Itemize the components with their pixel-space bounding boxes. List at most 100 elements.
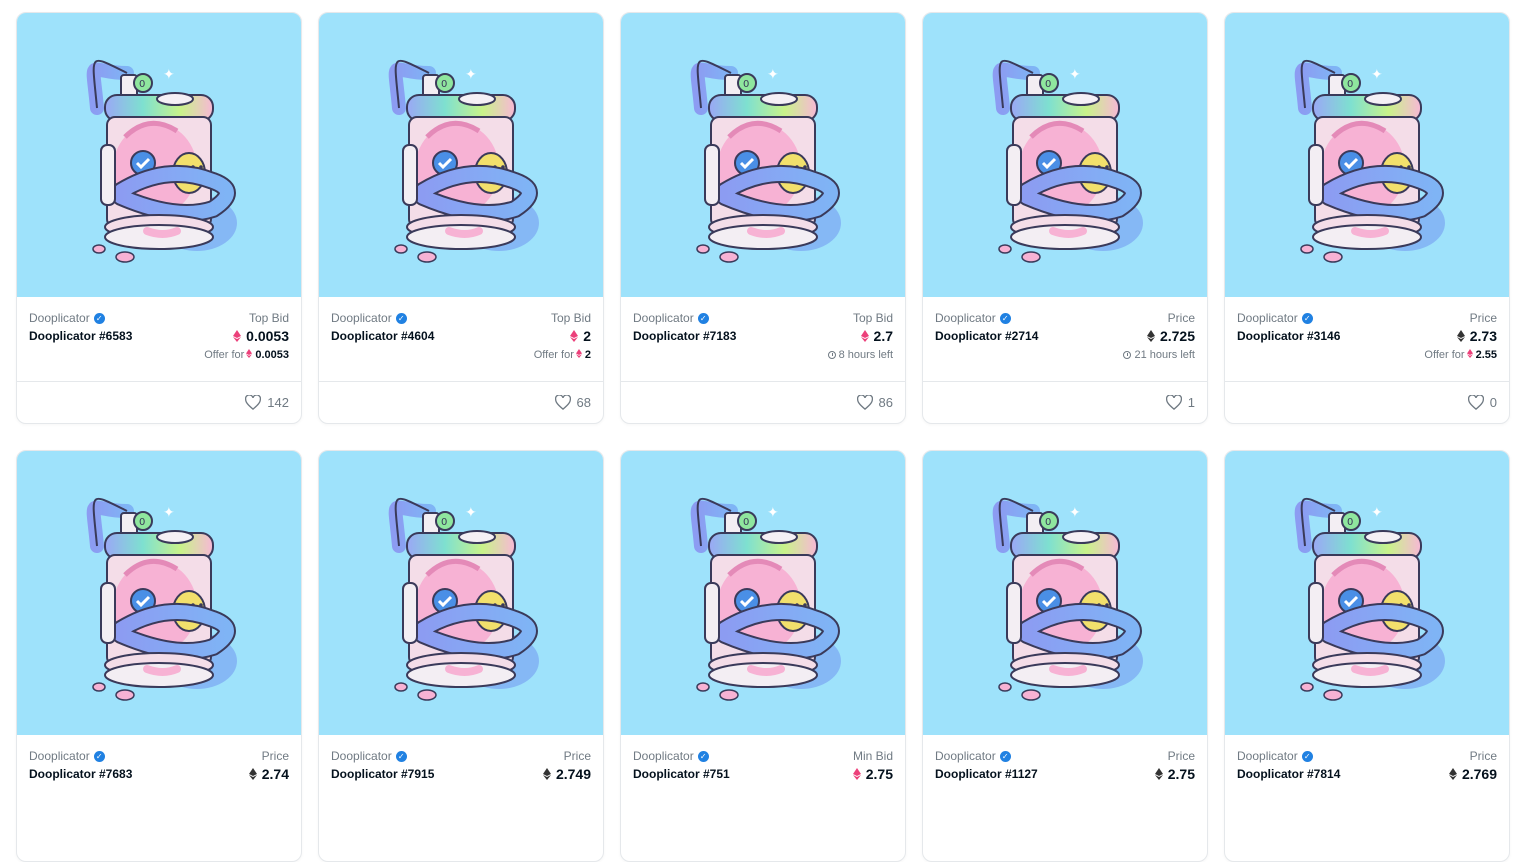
clock-icon (827, 351, 836, 359)
collection-name[interactable]: Dooplicator ✓ (1237, 311, 1313, 325)
price-label: Top Bid (248, 311, 289, 325)
verified-badge-icon: ✓ (999, 751, 1011, 762)
price-label: Top Bid (550, 311, 591, 325)
card-footer: 0 (1225, 381, 1509, 423)
price-value: 2.75 (1154, 766, 1195, 782)
collection-name[interactable]: Dooplicator ✓ (935, 311, 1011, 325)
svg-text:0: 0 (743, 517, 749, 528)
price-value: 0.0053 (233, 328, 289, 344)
svg-text:0: 0 (139, 79, 145, 90)
nft-card[interactable]: 0 ✦ Dooplicator ✓ Dooplicator #6583 Top Bid… (16, 12, 302, 424)
nft-card[interactable]: 0 ✦ Dooplicator ✓ Dooplicator #1127 Price 2.… (922, 450, 1208, 862)
eth-icon (1448, 766, 1462, 782)
token-name[interactable]: Dooplicator #1127 (935, 767, 1038, 781)
price-amount: 2 (583, 328, 591, 344)
price-amount: 2.7 (873, 328, 893, 344)
nft-image[interactable]: 0 ✦ (1225, 451, 1509, 735)
weth-icon (233, 328, 246, 344)
svg-text:✦: ✦ (1069, 505, 1081, 521)
price-amount: 0.0053 (246, 328, 289, 344)
favorite-button[interactable]: 68 (554, 395, 591, 410)
nft-card[interactable]: 0 ✦ Dooplicator ✓ Dooplicator #7183 Top Bid… (620, 12, 906, 424)
favorite-count: 86 (878, 395, 893, 410)
favorite-button[interactable]: 1 (1165, 395, 1195, 410)
token-name[interactable]: Dooplicator #7814 (1237, 767, 1340, 781)
token-name[interactable]: Dooplicator #7183 (633, 329, 736, 343)
svg-text:0: 0 (441, 79, 447, 90)
nft-image[interactable]: 0 ✦ (319, 451, 603, 735)
collection-name[interactable]: Dooplicator ✓ (633, 311, 709, 325)
price-value: 2.73 (1456, 328, 1497, 344)
nft-card[interactable]: 0 ✦ Dooplicator ✓ Dooplicator #2714 Price 2.… (922, 12, 1208, 424)
card-info: Dooplicator ✓ Dooplicator #2714 Price 2.725 2… (923, 297, 1207, 381)
weth-icon (244, 349, 255, 361)
nft-card[interactable]: 0 ✦ Dooplicator ✓ Dooplicator #751 Min Bid 2… (620, 450, 906, 862)
collection-name[interactable]: Dooplicator ✓ (331, 749, 407, 763)
collection-label: Dooplicator (331, 311, 392, 325)
svg-text:✦: ✦ (1371, 67, 1383, 83)
favorite-count: 142 (267, 395, 289, 410)
svg-text:0: 0 (1347, 79, 1353, 90)
card-info: Dooplicator ✓ Dooplicator #7683 Price 2.74 (17, 735, 301, 819)
weth-icon (1465, 349, 1476, 361)
token-name[interactable]: Dooplicator #7915 (331, 767, 434, 781)
favorite-button[interactable]: 86 (856, 395, 893, 410)
card-footer: 86 (621, 381, 905, 423)
svg-text:0: 0 (1045, 79, 1051, 90)
token-name[interactable]: Dooplicator #3146 (1237, 329, 1340, 343)
offer-label: Offer for (1424, 349, 1465, 361)
verified-badge-icon: ✓ (697, 751, 709, 762)
nft-image[interactable]: 0 ✦ (319, 13, 603, 297)
collection-name[interactable]: Dooplicator ✓ (935, 749, 1011, 763)
token-name[interactable]: Dooplicator #7683 (29, 767, 132, 781)
token-name[interactable]: Dooplicator #6583 (29, 329, 132, 343)
nft-card[interactable]: 0 ✦ Dooplicator ✓ Dooplicator #7683 Price 2.… (16, 450, 302, 862)
token-name[interactable]: Dooplicator #2714 (935, 329, 1038, 343)
favorite-button[interactable]: 0 (1467, 395, 1497, 410)
collection-label: Dooplicator (935, 311, 996, 325)
token-name[interactable]: Dooplicator #4604 (331, 329, 434, 343)
nft-image[interactable]: 0 ✦ (923, 13, 1207, 297)
price-value: 2.7 (860, 328, 893, 344)
nft-card[interactable]: 0 ✦ Dooplicator ✓ Dooplicator #3146 Price 2.… (1224, 12, 1510, 424)
price-value: 2.74 (248, 766, 289, 782)
collection-name[interactable]: Dooplicator ✓ (331, 311, 407, 325)
price-value: 2.725 (1146, 328, 1195, 344)
nft-image[interactable]: 0 ✦ (1225, 13, 1509, 297)
nft-image[interactable]: 0 ✦ (923, 451, 1207, 735)
weth-icon (860, 328, 874, 344)
collection-name[interactable]: Dooplicator ✓ (633, 749, 709, 763)
weth-icon (852, 766, 866, 782)
heart-icon (1165, 395, 1182, 410)
nft-image[interactable]: 0 ✦ (17, 13, 301, 297)
token-name[interactable]: Dooplicator #751 (633, 767, 730, 781)
card-footer: 142 (17, 381, 301, 423)
favorite-button[interactable]: 142 (245, 395, 289, 410)
eth-icon (1154, 766, 1168, 782)
verified-badge-icon: ✓ (395, 313, 407, 324)
svg-text:✦: ✦ (767, 67, 779, 83)
nft-card[interactable]: 0 ✦ Dooplicator ✓ Dooplicator #7814 Price 2.… (1224, 450, 1510, 862)
svg-text:✦: ✦ (1371, 505, 1383, 521)
price-label: Min Bid (852, 749, 893, 763)
collection-name[interactable]: Dooplicator ✓ (29, 749, 105, 763)
card-footer: 1 (923, 381, 1207, 423)
card-info: Dooplicator ✓ Dooplicator #6583 Top Bid 0.00… (17, 297, 301, 381)
verified-badge-icon: ✓ (1301, 751, 1313, 762)
nft-card[interactable]: 0 ✦ Dooplicator ✓ Dooplicator #7915 Price 2.… (318, 450, 604, 862)
nft-image[interactable]: 0 ✦ (17, 451, 301, 735)
nft-image[interactable]: 0 ✦ (621, 451, 905, 735)
svg-text:✦: ✦ (163, 505, 175, 521)
nft-card[interactable]: 0 ✦ Dooplicator ✓ Dooplicator #4604 Top Bid… (318, 12, 604, 424)
price-label: Price (563, 749, 591, 763)
card-info: Dooplicator ✓ Dooplicator #751 Min Bid 2.75 (621, 735, 905, 819)
svg-text:0: 0 (1347, 517, 1353, 528)
price-amount: 2.725 (1159, 328, 1195, 344)
collection-name[interactable]: Dooplicator ✓ (29, 311, 105, 325)
collection-name[interactable]: Dooplicator ✓ (1237, 749, 1313, 763)
collection-label: Dooplicator (29, 749, 90, 763)
verified-badge-icon: ✓ (999, 313, 1011, 324)
collection-label: Dooplicator (633, 749, 694, 763)
nft-image[interactable]: 0 ✦ (621, 13, 905, 297)
price-amount: 2.75 (865, 766, 893, 782)
